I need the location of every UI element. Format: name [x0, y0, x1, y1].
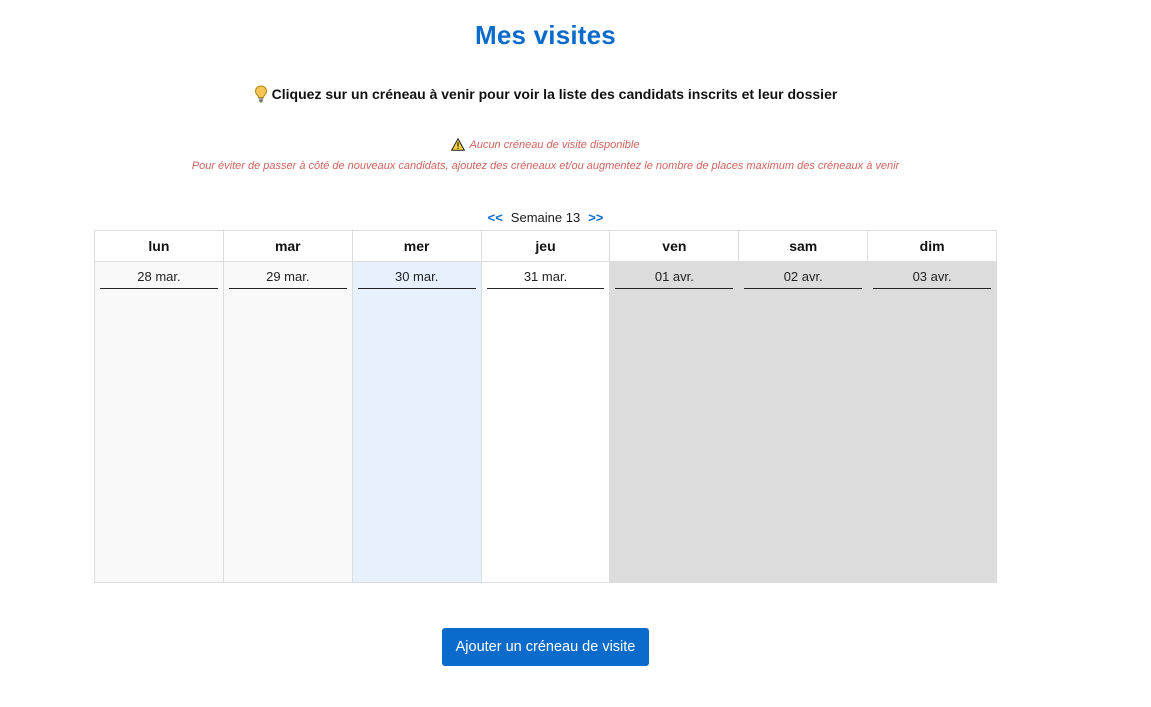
day-date: 01 avr.: [615, 268, 734, 289]
day-column-mar: mar 29 mar.: [223, 230, 353, 583]
day-cell[interactable]: 30 mar.: [352, 262, 481, 583]
day-header: mar: [223, 230, 352, 262]
week-navigation: << Semaine 13 >>: [0, 210, 1091, 225]
day-header: jeu: [481, 230, 610, 262]
day-date: 02 avr.: [744, 268, 863, 289]
warning-text: Aucun créneau de visite disponible: [469, 138, 640, 151]
advice-text: Pour éviter de passer à côté de nouveaux…: [191, 160, 900, 172]
warning-icon: [451, 138, 466, 151]
day-date: 03 avr.: [873, 268, 992, 289]
day-column-ven: ven 01 avr.: [610, 230, 740, 583]
week-calendar: lun 28 mar. mar 29 mar. mer 30 mar. jeu …: [94, 230, 998, 583]
day-header: sam: [739, 230, 868, 262]
day-cell[interactable]: 29 mar.: [223, 262, 352, 583]
warning-line: Aucun créneau de visite disponible: [0, 138, 1091, 151]
day-column-sam: sam 02 avr.: [739, 230, 869, 583]
day-header: lun: [95, 230, 223, 262]
day-column-dim: dim 03 avr.: [868, 230, 998, 583]
next-week-button[interactable]: >>: [588, 210, 603, 225]
page: Mes visites Cliquez sur un créneau à ven…: [0, 0, 1151, 707]
day-header: mer: [352, 230, 481, 262]
week-label: Semaine 13: [510, 210, 581, 225]
hint-line: Cliquez sur un créneau à venir pour voir…: [0, 85, 1091, 103]
day-cell[interactable]: 03 avr.: [868, 262, 997, 583]
add-visit-slot-button[interactable]: Ajouter un créneau de visite: [442, 628, 649, 666]
day-column-jeu: jeu 31 mar.: [481, 230, 611, 583]
day-header: ven: [610, 230, 739, 262]
hint-text: Cliquez sur un créneau à venir pour voir…: [271, 86, 838, 102]
day-column-mer: mer 30 mar.: [352, 230, 482, 583]
day-date: 28 mar.: [100, 268, 218, 289]
day-cell[interactable]: 02 avr.: [739, 262, 868, 583]
page-title: Mes visites: [475, 20, 616, 50]
lightbulb-icon: [254, 85, 267, 103]
day-date: 29 mar.: [228, 268, 347, 289]
day-cell[interactable]: 01 avr.: [610, 262, 739, 583]
previous-week-button[interactable]: <<: [488, 210, 503, 225]
day-cell[interactable]: 31 mar.: [481, 262, 610, 583]
day-date: 31 mar.: [486, 268, 605, 289]
day-header: dim: [868, 230, 997, 262]
day-cell[interactable]: 28 mar.: [95, 262, 223, 583]
day-date: 30 mar.: [357, 268, 476, 289]
day-column-lun: lun 28 mar.: [95, 230, 224, 583]
